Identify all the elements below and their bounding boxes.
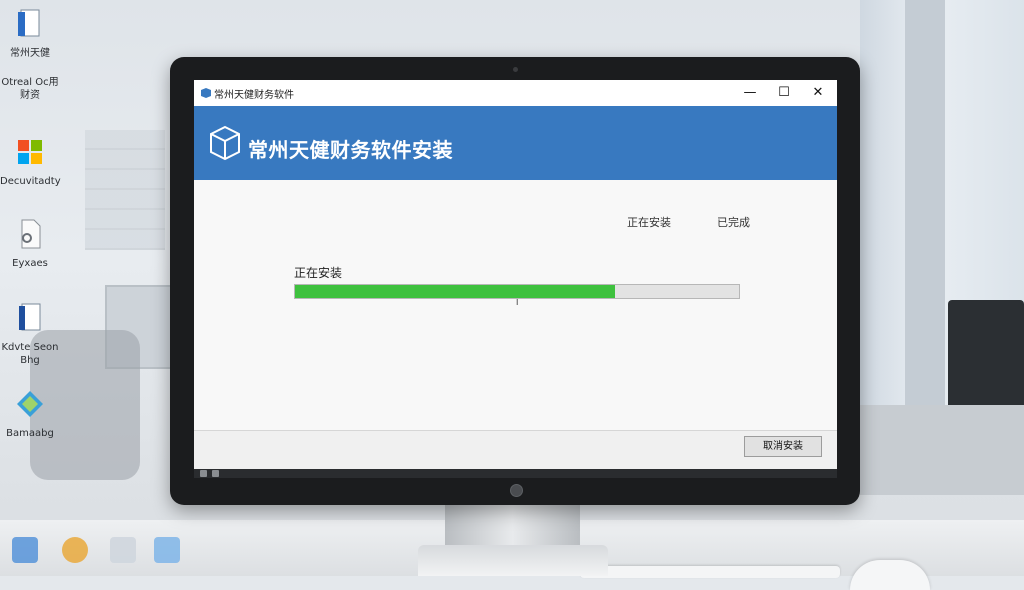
taskbar-item-icon[interactable] — [212, 470, 219, 477]
taskbar-app-icon[interactable] — [154, 537, 180, 563]
background-monitor — [948, 300, 1024, 410]
window-titlebar[interactable]: 常州天健财务软件 — ☐ ✕ — [194, 80, 837, 106]
desktop-icon-4[interactable]: Kdvte Seon Bhg — [0, 302, 60, 367]
desktop-icon-label: Kdvte Seon Bhg — [1, 342, 59, 366]
column-label-right: 已完成 — [717, 216, 750, 229]
document-icon — [19, 303, 41, 331]
background-desk — [860, 405, 1024, 495]
column-label-left: 正在安装 — [627, 216, 671, 229]
document-icon — [18, 9, 40, 37]
cancel-install-button[interactable]: 取消安装 — [744, 436, 822, 457]
minimize-button[interactable]: — — [733, 80, 767, 106]
maximize-button[interactable]: ☐ — [767, 80, 801, 106]
install-status-label: 正在安装 — [294, 266, 343, 280]
install-progress-bar — [294, 284, 740, 299]
desktop-icon-0[interactable]: 常州天健 — [0, 8, 60, 60]
mouse-cursor: I — [516, 298, 519, 307]
taskbar-browser-icon[interactable] — [62, 537, 88, 563]
progress-fill — [295, 285, 615, 298]
background-shelf — [85, 130, 165, 250]
taskbar-folder-icon[interactable] — [110, 537, 136, 563]
desktop-icon-label: Otreal Oc用财资 — [1, 77, 59, 101]
desktop-icon-5[interactable]: Bamaabg — [0, 388, 60, 440]
installer-banner: 常州天健财务软件安装 — [194, 106, 837, 180]
desktop-icon-label: 常州天健 — [10, 48, 50, 59]
settings-document-icon — [21, 219, 41, 249]
taskbar — [194, 469, 837, 478]
keyboard — [580, 566, 840, 578]
desktop-icon-2[interactable]: Decuvitadty — [0, 136, 61, 188]
background-pillar — [905, 0, 945, 420]
installer-body: 正在安装 已完成 正在安装 I — [194, 180, 837, 430]
desktop-icon-label: Eyxaes — [12, 258, 48, 269]
installer-window: 常州天健财务软件 — ☐ ✕ 常州天健财务软件安装 正在安装 已完成 正在安装 … — [194, 80, 837, 478]
banner-title: 常州天健财务软件安装 — [248, 138, 453, 162]
monitor-logo — [510, 484, 523, 497]
close-button[interactable]: ✕ — [801, 80, 835, 106]
installer-footer: 取消安装 — [194, 431, 837, 469]
desktop-icon-1[interactable]: Otreal Oc用财资 — [0, 76, 60, 102]
windows-logo-icon — [18, 140, 42, 164]
monitor-stand-base — [418, 545, 608, 576]
desktop-icon-3[interactable]: Eyxaes — [0, 218, 60, 270]
monitor-stand-neck — [445, 505, 580, 549]
window-title: 常州天健财务软件 — [214, 90, 294, 101]
map-icon — [17, 391, 43, 417]
box-icon — [210, 125, 240, 161]
app-icon — [201, 88, 211, 98]
desktop-icon-label: Bamaabg — [6, 428, 54, 439]
webcam — [513, 67, 518, 72]
taskbar-windows-icon[interactable] — [12, 537, 38, 563]
start-icon[interactable] — [200, 470, 207, 477]
desktop-icon-label: Decuvitadty — [0, 176, 61, 187]
